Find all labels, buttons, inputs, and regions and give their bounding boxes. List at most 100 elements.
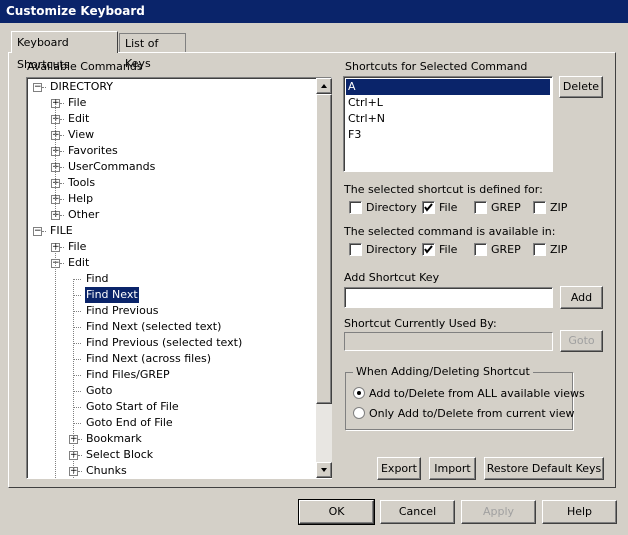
tree-connector xyxy=(60,263,64,264)
tree-item-help[interactable]: + Help xyxy=(27,191,315,207)
checkbox-directory[interactable] xyxy=(349,201,362,214)
help-button[interactable]: Help xyxy=(542,500,617,524)
tree-item-label: Find Previous xyxy=(86,304,159,317)
tree-connector xyxy=(73,423,81,424)
ok-button-label: OK xyxy=(328,505,345,518)
tree-item-find-files-grep[interactable]: Find Files/GREP xyxy=(27,367,315,383)
tree-item-file[interactable]: + File xyxy=(27,239,315,255)
export-button[interactable]: Export xyxy=(377,457,421,480)
tree-item-find-previous[interactable]: Find Previous xyxy=(27,303,315,319)
export-button-label: Export xyxy=(380,462,417,475)
scroll-up-button[interactable] xyxy=(316,78,332,94)
tree-item-file[interactable]: + File xyxy=(27,95,315,111)
window-title: Customize Keyboard xyxy=(6,4,145,18)
checkbox-label: Directory xyxy=(366,201,417,214)
tree-item-other[interactable]: + Other xyxy=(27,207,315,223)
scroll-down-button[interactable] xyxy=(316,462,332,478)
radio-current-view[interactable] xyxy=(353,407,365,419)
tree-item-usercommands[interactable]: + UserCommands xyxy=(27,159,315,175)
radio-label: Add to/Delete from ALL available views xyxy=(369,387,585,400)
window-title-bar[interactable]: Customize Keyboard xyxy=(0,0,628,23)
restore-defaults-button[interactable]: Restore Default Keys xyxy=(484,457,604,480)
tree-item-label: Favorites xyxy=(68,144,118,157)
tree-item-tools[interactable]: + Tools xyxy=(27,175,315,191)
delete-button[interactable]: Delete xyxy=(559,76,603,98)
checkbox-directory[interactable] xyxy=(349,243,362,256)
tree-item-chunks[interactable]: + Chunks xyxy=(27,463,315,478)
shortcut-list-item[interactable]: A xyxy=(346,79,550,95)
tree-item-edit[interactable]: + Edit xyxy=(27,111,315,127)
help-button-label: Help xyxy=(566,505,593,518)
shortcut-list-item[interactable]: Ctrl+L xyxy=(346,95,550,111)
tree-item-find-next[interactable]: Find Next xyxy=(27,286,315,304)
tree-item-directory[interactable]: − DIRECTORY xyxy=(27,79,315,95)
tree-item-find[interactable]: Find xyxy=(27,271,315,287)
checkbox-label: Directory xyxy=(366,243,417,256)
tree-item-label: Goto End of File xyxy=(86,416,173,429)
add-shortcut-label: Add Shortcut Key xyxy=(344,271,440,284)
tree-connector xyxy=(78,471,82,472)
tree-connector xyxy=(73,279,81,280)
adding-options-group xyxy=(345,372,573,430)
tree-item-label: DIRECTORY xyxy=(50,80,114,93)
used-by-label: Shortcut Currently Used By: xyxy=(344,317,497,330)
tree-item-goto-end-of-file[interactable]: Goto End of File xyxy=(27,415,315,431)
tree-connector xyxy=(60,151,64,152)
tree-item-label: Chunks xyxy=(86,464,127,477)
checkbox-label: ZIP xyxy=(550,201,568,214)
goto-button[interactable]: Goto xyxy=(560,330,603,352)
available-commands-label: Available Commands xyxy=(27,60,143,73)
tree-item-edit[interactable]: − Edit xyxy=(27,255,315,271)
collapse-icon[interactable]: − xyxy=(33,227,42,236)
scroll-thumb[interactable] xyxy=(316,94,332,404)
checkbox-grep[interactable] xyxy=(474,201,487,214)
tree-item-favorites[interactable]: + Favorites xyxy=(27,143,315,159)
commands-tree[interactable]: − DIRECTORY + File + Edit + View + Favorites + User… xyxy=(26,77,332,479)
tree-connector xyxy=(60,247,64,248)
tree-item-find-previous-selected-text[interactable]: Find Previous (selected text) xyxy=(27,335,315,351)
shortcut-list-item[interactable]: F3 xyxy=(346,127,550,143)
tree-item-bookmark[interactable]: + Bookmark xyxy=(27,431,315,447)
checkbox-file[interactable] xyxy=(422,243,435,256)
tree-scrollbar[interactable] xyxy=(316,78,332,478)
checkbox-grep[interactable] xyxy=(474,243,487,256)
tree-item-goto-start-of-file[interactable]: Goto Start of File xyxy=(27,399,315,415)
checkbox-label: File xyxy=(439,243,458,256)
tree-item-label: Other xyxy=(68,208,100,221)
cancel-button[interactable]: Cancel xyxy=(380,500,455,524)
used-by-field xyxy=(344,332,553,351)
tree-item-goto[interactable]: Goto xyxy=(27,383,315,399)
radio-all-views[interactable] xyxy=(353,387,365,399)
tree-item-select-block[interactable]: + Select Block xyxy=(27,447,315,463)
tree-item-label: Goto Start of File xyxy=(86,400,179,413)
tab-list-of-keys[interactable]: List of Keys xyxy=(119,33,186,70)
tree-item-view[interactable]: + View xyxy=(27,127,315,143)
tree-item-label: UserCommands xyxy=(68,160,156,173)
tree-guide-line xyxy=(73,279,74,478)
tree-item-label: Find Next (selected text) xyxy=(86,320,222,333)
tab-keyboard-shortcuts[interactable]: Keyboard Shortcuts xyxy=(11,31,118,71)
shortcut-list-item[interactable]: Ctrl+N xyxy=(346,111,550,127)
checkbox-file[interactable] xyxy=(422,201,435,214)
check-icon xyxy=(424,245,433,254)
add-button[interactable]: Add xyxy=(560,286,603,309)
tree-item-label: Find Previous (selected text) xyxy=(86,336,243,349)
shortcuts-list[interactable]: A Ctrl+L Ctrl+N F3 xyxy=(343,76,553,172)
tree-item-find-next-selected-text[interactable]: Find Next (selected text) xyxy=(27,319,315,335)
tree-item-label: File xyxy=(68,96,87,109)
tree-connector xyxy=(78,439,82,440)
tree-item-find-next-across-files[interactable]: Find Next (across files) xyxy=(27,351,315,367)
import-button[interactable]: Import xyxy=(429,457,476,480)
tree-connector xyxy=(73,375,81,376)
shortcut-key-input[interactable] xyxy=(344,287,553,308)
ok-button[interactable]: OK xyxy=(298,499,375,525)
apply-button[interactable]: Apply xyxy=(461,500,536,524)
checkbox-zip[interactable] xyxy=(533,201,546,214)
checkbox-zip[interactable] xyxy=(533,243,546,256)
tree-item-label: Select Block xyxy=(86,448,154,461)
arrow-down-icon xyxy=(321,468,327,472)
collapse-icon[interactable]: − xyxy=(33,83,42,92)
tree-item-label: FILE xyxy=(50,224,73,237)
tree-item-file[interactable]: − FILE xyxy=(27,223,315,239)
add-button-label: Add xyxy=(570,291,593,304)
